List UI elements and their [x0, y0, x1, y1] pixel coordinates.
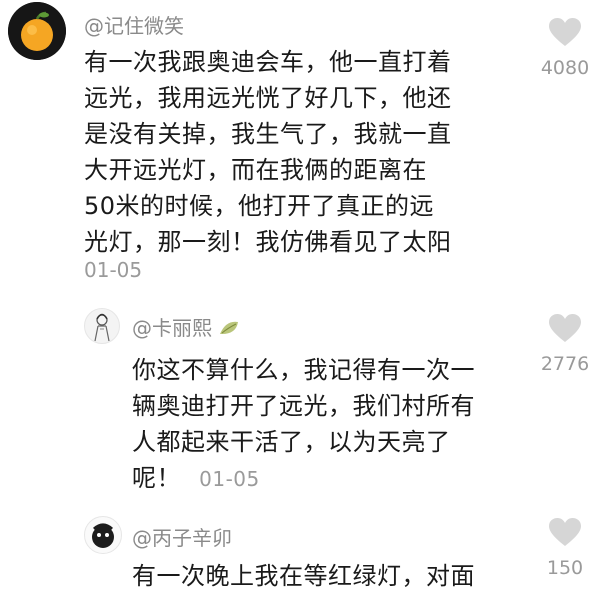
comment-line: 有一次晚上我在等红绿灯，对面	[132, 562, 475, 590]
leaf-emoji-icon	[220, 321, 239, 334]
girl-sketch-icon	[94, 313, 110, 342]
comment-line: 呢！	[132, 464, 181, 492]
comment-date: 01-05	[84, 258, 143, 282]
comment-line-with-date: 呢！ 01-05	[132, 460, 475, 497]
comment-item: @卡丽熙 你这不算什么，我记得有一次一 辆奥迪打开了远光，我们村所有 人都起来干…	[0, 300, 600, 500]
comment-text: 有一次晚上我在等红绿灯，对面	[132, 558, 475, 594]
like-button[interactable]: 2776	[530, 314, 600, 375]
comment-text: 你这不算什么，我记得有一次一 辆奥迪打开了远光，我们村所有 人都起来干活了，以为…	[132, 352, 475, 497]
comment-date: 01-05	[199, 467, 260, 491]
comment-item: @记住微笑 有一次我跟奥迪会车，他一直打着 远光，我用远光恍了好几下，他还 是没…	[0, 0, 600, 300]
like-count: 2776	[540, 353, 590, 375]
heart-icon	[549, 18, 581, 46]
comment-line: 光灯，那一刻！我仿佛看见了太阳	[84, 228, 452, 256]
username[interactable]: @记住微笑	[84, 10, 184, 39]
heart-icon	[549, 314, 581, 342]
like-button[interactable]: 150	[530, 518, 600, 579]
comment-text: 有一次我跟奥迪会车，他一直打着 远光，我用远光恍了好几下，他还 是没有关掉，我生…	[84, 44, 452, 260]
avatar[interactable]	[84, 516, 122, 554]
username-text: @卡丽熙	[132, 316, 212, 340]
comment-line: 你这不算什么，我记得有一次一	[132, 356, 475, 384]
comment-line: 有一次我跟奥迪会车，他一直打着	[84, 48, 452, 76]
avatar[interactable]	[8, 2, 66, 60]
like-button[interactable]: 4080	[530, 18, 600, 79]
comment-line: 辆奥迪打开了远光，我们村所有	[132, 392, 475, 420]
comment-line: 人都起来干活了，以为天亮了	[132, 428, 451, 456]
username[interactable]: @丙子辛卯	[132, 522, 232, 551]
comment-line: 50米的时候，他打开了真正的远	[84, 192, 435, 220]
dark-cartoon-icon	[92, 523, 114, 548]
avatar[interactable]	[84, 308, 120, 344]
orange-fruit-icon	[8, 2, 66, 60]
comment-item: @丙子辛卯 有一次晚上我在等红绿灯，对面 150	[0, 500, 600, 590]
heart-icon	[549, 518, 581, 546]
comment-line: 大开远光灯，而在我俩的距离在	[84, 156, 427, 184]
comment-line: 是没有关掉，我生气了，我就一直	[84, 120, 452, 148]
username[interactable]: @卡丽熙	[132, 312, 240, 341]
like-count: 4080	[540, 57, 590, 79]
comment-line: 远光，我用远光恍了好几下，他还	[84, 84, 452, 112]
